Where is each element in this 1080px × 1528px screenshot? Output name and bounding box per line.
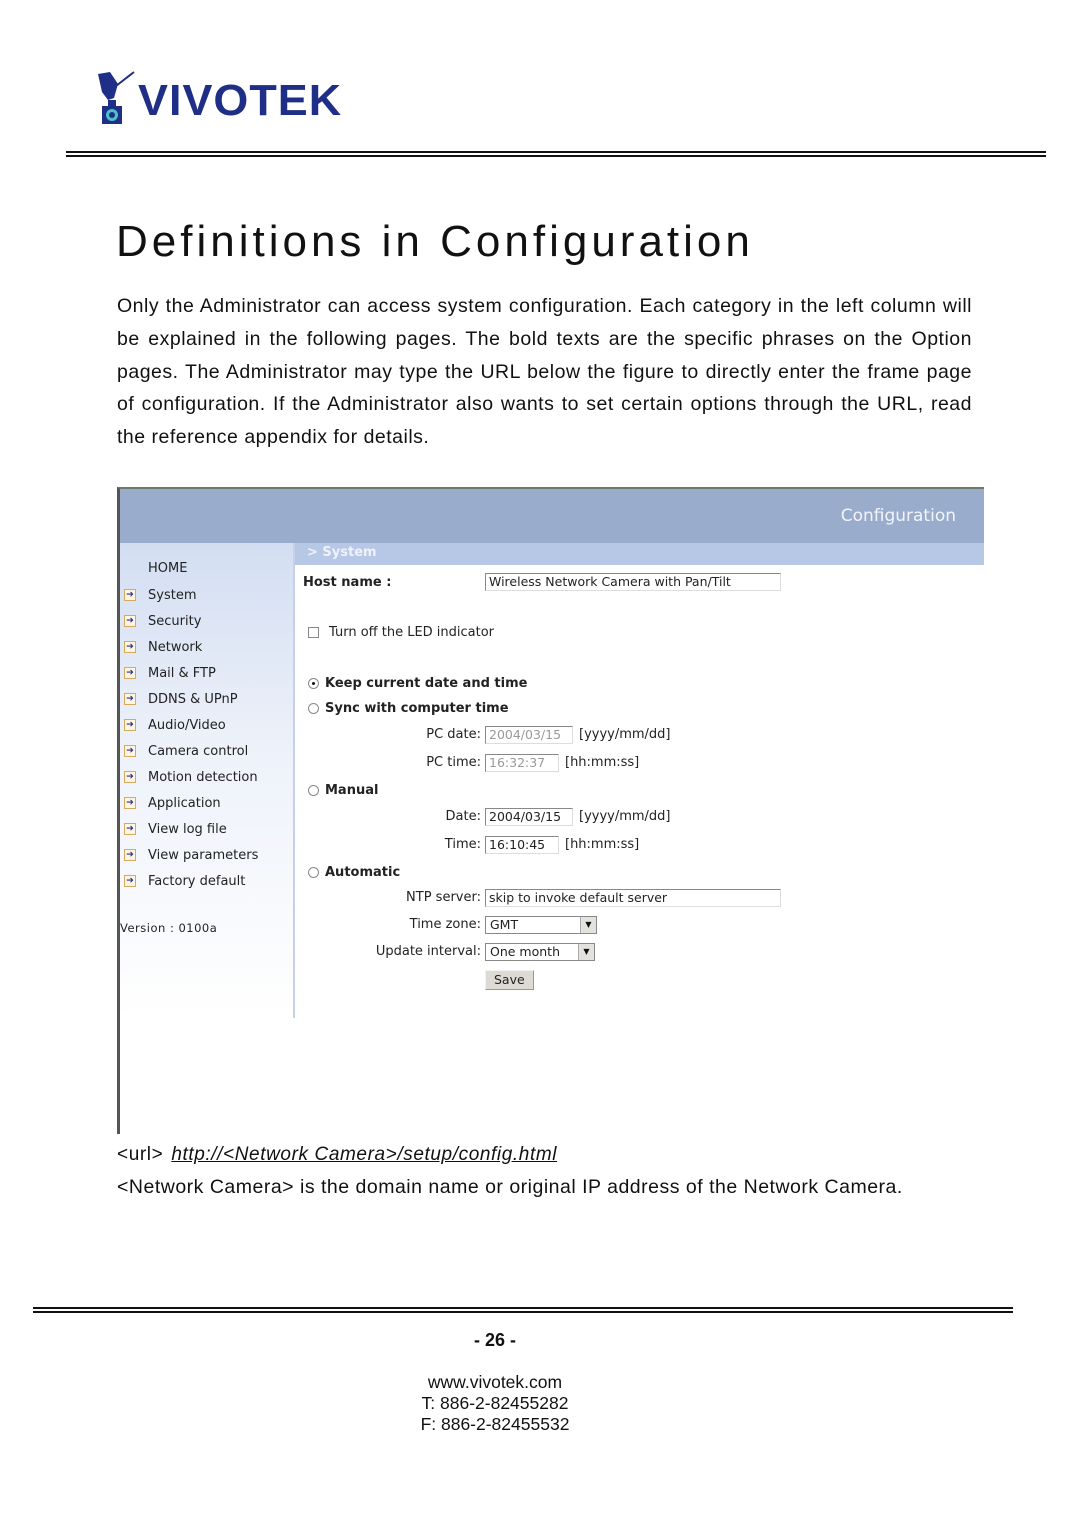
sidebar-item-system[interactable]: ➔ System bbox=[124, 585, 196, 605]
footer-divider bbox=[33, 1307, 1013, 1313]
sidebar-item-motion-detection[interactable]: ➔ Motion detection bbox=[124, 767, 258, 787]
section-breadcrumb: > System bbox=[295, 543, 984, 565]
date-format: [yyyy/mm/dd] bbox=[579, 809, 671, 824]
arrow-right-icon: ➔ bbox=[124, 849, 136, 861]
update-interval-label: Update interval: bbox=[375, 944, 481, 959]
arrow-right-icon: ➔ bbox=[124, 589, 136, 601]
network-camera-note: <Network Camera> is the domain name or o… bbox=[117, 1176, 903, 1198]
arrow-right-icon: ➔ bbox=[124, 797, 136, 809]
sidebar-item-view-log-file[interactable]: ➔ View log file bbox=[124, 819, 227, 839]
sidebar-item-label: Mail & FTP bbox=[148, 665, 216, 681]
sidebar-item-mail-ftp[interactable]: ➔ Mail & FTP bbox=[124, 663, 216, 683]
sidebar-item-audio-video[interactable]: ➔ Audio/Video bbox=[124, 715, 226, 735]
system-settings-form: Host name : Wireless Network Camera with… bbox=[295, 565, 984, 1135]
vivotek-logo: VIVOTEK bbox=[96, 70, 341, 128]
chevron-down-icon[interactable]: ▼ bbox=[580, 917, 596, 933]
led-checkbox[interactable] bbox=[308, 627, 319, 638]
update-interval-select[interactable]: One month ▼ bbox=[485, 943, 595, 961]
manual-label: Manual bbox=[325, 783, 379, 798]
footer-website[interactable]: www.vivotek.com bbox=[0, 1372, 990, 1393]
configuration-screenshot: Configuration HOME ➔ System ➔ Security ➔ Ne… bbox=[117, 487, 984, 1134]
arrow-right-icon: ➔ bbox=[124, 719, 136, 731]
chevron-down-icon[interactable]: ▼ bbox=[578, 944, 594, 960]
host-name-label: Host name : bbox=[303, 575, 392, 590]
keep-date-radio[interactable] bbox=[308, 678, 319, 689]
sidebar-item-view-parameters[interactable]: ➔ View parameters bbox=[124, 845, 258, 865]
config-url-link[interactable]: http://<Network Camera>/setup/config.htm… bbox=[171, 1144, 557, 1165]
date-input[interactable]: 2004/03/15 bbox=[485, 808, 573, 826]
firmware-version: Version : 0100a bbox=[120, 921, 218, 935]
url-line: <url> http://<Network Camera>/setup/confi… bbox=[117, 1144, 557, 1166]
page-number: - 26 - bbox=[473, 1330, 516, 1350]
figure-header: Configuration bbox=[120, 489, 984, 543]
pc-date-format: [yyyy/mm/dd] bbox=[579, 727, 671, 742]
arrow-right-icon: ➔ bbox=[124, 615, 136, 627]
arrow-right-icon: ➔ bbox=[124, 693, 136, 705]
sidebar-item-security[interactable]: ➔ Security bbox=[124, 611, 201, 631]
arrow-right-icon: ➔ bbox=[124, 745, 136, 757]
sidebar-item-label: System bbox=[148, 587, 197, 603]
footer-phone: T: 886-2-82455282 bbox=[421, 1393, 569, 1413]
time-zone-select[interactable]: GMT ▼ bbox=[485, 916, 597, 934]
sidebar-item-label: Factory default bbox=[148, 873, 246, 889]
figure-header-title: Configuration bbox=[840, 506, 956, 526]
sidebar-item-label: Camera control bbox=[148, 743, 249, 759]
manual-radio[interactable] bbox=[308, 785, 319, 796]
time-zone-label: Time zone: bbox=[409, 917, 481, 932]
sync-computer-label: Sync with computer time bbox=[325, 701, 509, 716]
pc-time-input[interactable]: 16:32:37 bbox=[485, 754, 559, 772]
sidebar-item-home[interactable]: HOME bbox=[148, 561, 187, 576]
url-prefix: <url> bbox=[117, 1144, 164, 1165]
footer-fax: F: 886-2-82455532 bbox=[420, 1414, 570, 1434]
time-format: [hh:mm:ss] bbox=[565, 837, 640, 852]
ntp-server-input[interactable]: skip to invoke default server bbox=[485, 889, 781, 907]
sidebar-item-network[interactable]: ➔ Network bbox=[124, 637, 202, 657]
intro-paragraph: Only the Administrator can access system… bbox=[117, 295, 972, 449]
pc-time-label: PC time: bbox=[426, 755, 481, 770]
sidebar-item-factory-default[interactable]: ➔ Factory default bbox=[124, 871, 245, 891]
sidebar-item-label: Application bbox=[148, 795, 221, 811]
pc-date-input[interactable]: 2004/03/15 bbox=[485, 726, 573, 744]
page-title: Definitions in Configuration bbox=[116, 217, 754, 266]
keep-date-label: Keep current date and time bbox=[325, 676, 528, 691]
ntp-server-label: NTP server: bbox=[406, 890, 481, 905]
sidebar-item-label: View log file bbox=[148, 821, 227, 837]
sync-computer-radio[interactable] bbox=[308, 703, 319, 714]
time-label: Time: bbox=[444, 837, 481, 852]
footer-contact: www.vivotek.com T: 886-2-82455282 F: 886… bbox=[0, 1372, 990, 1435]
arrow-right-icon: ➔ bbox=[124, 771, 136, 783]
arrow-right-icon: ➔ bbox=[124, 667, 136, 679]
logo-wordmark: VIVOTEK bbox=[137, 76, 343, 125]
automatic-radio[interactable] bbox=[308, 867, 319, 878]
save-button[interactable]: Save bbox=[485, 970, 534, 990]
pc-date-label: PC date: bbox=[426, 727, 481, 742]
host-name-input[interactable]: Wireless Network Camera with Pan/Tilt bbox=[485, 573, 781, 591]
sidebar-item-label: Network bbox=[148, 639, 203, 655]
sidebar-item-application[interactable]: ➔ Application bbox=[124, 793, 221, 813]
camera-logo-icon bbox=[98, 71, 135, 124]
date-label: Date: bbox=[445, 809, 481, 824]
section-title: > System bbox=[307, 545, 377, 560]
automatic-label: Automatic bbox=[325, 865, 401, 880]
pc-time-format: [hh:mm:ss] bbox=[565, 755, 640, 770]
arrow-right-icon: ➔ bbox=[124, 823, 136, 835]
time-zone-value: GMT bbox=[490, 917, 519, 932]
update-interval-value: One month bbox=[490, 944, 560, 959]
config-sidebar: HOME ➔ System ➔ Security ➔ Network ➔ Mail & … bbox=[120, 543, 295, 1018]
sidebar-item-label: View parameters bbox=[148, 847, 259, 863]
arrow-right-icon: ➔ bbox=[124, 875, 136, 887]
sidebar-item-label: Security bbox=[148, 613, 202, 629]
header-divider bbox=[66, 151, 1046, 157]
sidebar-item-camera-control[interactable]: ➔ Camera control bbox=[124, 741, 248, 761]
sidebar-item-ddns-upnp[interactable]: ➔ DDNS & UPnP bbox=[124, 689, 238, 709]
sidebar-item-label: Audio/Video bbox=[148, 717, 226, 733]
sidebar-item-label: DDNS & UPnP bbox=[148, 691, 238, 707]
led-checkbox-label: Turn off the LED indicator bbox=[329, 625, 495, 640]
arrow-right-icon: ➔ bbox=[124, 641, 136, 653]
time-input[interactable]: 16:10:45 bbox=[485, 836, 559, 854]
sidebar-item-label: Motion detection bbox=[148, 769, 258, 785]
